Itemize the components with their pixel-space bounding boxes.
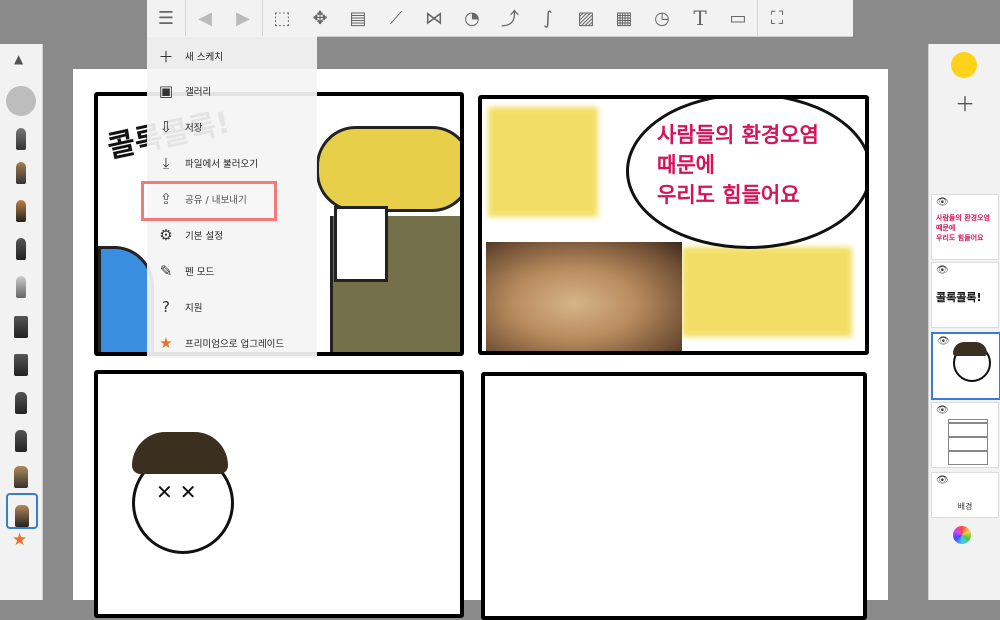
layer-thumb-grid — [948, 419, 988, 465]
menu-item-new-sketch[interactable]: ＋ 새 스케치 — [147, 38, 317, 74]
menu-item-label: 갤러리 — [185, 87, 212, 98]
brush-icon[interactable] — [9, 154, 33, 184]
menu-item-label: 파일에서 불러오기 — [185, 159, 258, 170]
chimney-drawing — [334, 206, 388, 282]
menu-item-save[interactable]: ⇩ 저장 — [147, 109, 317, 145]
layer-thumbnail-3[interactable]: 👁 — [931, 332, 1000, 400]
save-icon: ⇩ — [159, 118, 173, 136]
menu-icon[interactable]: ☰ — [147, 0, 185, 36]
yellow-paint-stroke — [488, 107, 598, 217]
brush-palette: ▲ ★ — [0, 44, 43, 600]
background-layer-label: 배경 — [957, 502, 973, 511]
layer-thumbnail-4[interactable]: 👁 — [931, 402, 999, 468]
cat-photo[interactable] — [486, 242, 682, 351]
fullscreen-icon[interactable]: ⛶ — [757, 0, 796, 36]
brush-icon[interactable] — [9, 308, 33, 338]
bubble-line-2: 때문에 — [657, 153, 715, 177]
visibility-eye-icon[interactable]: 👁 — [936, 475, 949, 486]
color-wheel-icon[interactable] — [953, 526, 971, 544]
shape-icon[interactable]: ◔ — [453, 0, 491, 36]
menu-item-label: 펜 모드 — [185, 267, 215, 278]
brush-icon[interactable] — [9, 230, 33, 260]
plus-icon: ＋ — [158, 47, 174, 66]
curve-icon[interactable]: ⤴ — [491, 0, 529, 36]
menu-item-label: 프리미엄으로 업그레이드 — [185, 339, 285, 350]
star-icon: ★ — [159, 334, 173, 352]
layers-panel: ＋ 👁 사람들의 환경오염 때문에 우리도 힘들어요 👁 콜록콜록! 👁 👁 👁 배… — [928, 44, 1000, 600]
layer-thumbnail-2[interactable]: 👁 콜록콜록! — [931, 262, 999, 328]
bubble-line-1: 사람들의 환경오염 — [657, 123, 819, 147]
comic-panel-2: 사람들의 환경오염 때문에 우리도 힘들어요 — [478, 95, 869, 355]
x-eyes: ✕ ✕ — [156, 480, 197, 504]
brush-icon[interactable] — [9, 192, 33, 222]
yellow-paint-stroke — [682, 247, 852, 337]
visibility-eye-icon[interactable]: 👁 — [936, 265, 949, 276]
select-icon[interactable]: ⬚ — [262, 0, 301, 36]
menu-item-support[interactable]: ? 지원 — [147, 289, 317, 325]
brush-icon[interactable] — [9, 346, 33, 376]
layer-fill-icon[interactable]: ▤ — [339, 0, 377, 36]
cloud-drawing — [316, 126, 460, 212]
comic-panel-4 — [481, 372, 867, 620]
image-icon[interactable]: ▨ — [567, 0, 605, 36]
layer-background[interactable]: 👁 배경 — [931, 472, 999, 518]
favorite-star-icon[interactable]: ★ — [12, 530, 27, 550]
brush-icon[interactable] — [9, 458, 33, 488]
top-toolbar: ☰ ◀ ▶ ⬚ ✥ ▤ ⟋ ⋈ ◔ ⤴ ∫ ▨ ▦ ◷ T ▭ ⛶ — [147, 0, 853, 37]
layer-thumbnail-1[interactable]: 👁 사람들의 환경오염 때문에 우리도 힘들어요 — [931, 194, 999, 260]
menu-item-preferences[interactable]: ⚙ 기본 설정 — [147, 217, 317, 253]
time-lapse-icon[interactable]: ◷ — [643, 0, 681, 36]
character-hair-drawing — [132, 432, 228, 474]
text-icon[interactable]: T — [681, 0, 719, 36]
symmetry-icon[interactable]: ⋈ — [415, 0, 453, 36]
pen-icon: ✎ — [159, 262, 173, 280]
menu-item-label: 저장 — [185, 123, 203, 134]
character-blue — [98, 246, 154, 352]
comic-panel-3: ✕ ✕ — [94, 370, 464, 618]
brush-size-slider-icon[interactable]: ▲ — [14, 52, 23, 66]
gear-icon: ⚙ — [159, 226, 173, 244]
menu-item-import[interactable]: ⤓ 파일에서 불러오기 — [147, 145, 317, 181]
brush-icon[interactable] — [9, 422, 33, 452]
gallery-icon: ▣ — [158, 82, 174, 100]
menu-item-label: 새 스케치 — [185, 52, 223, 63]
ruler-icon[interactable]: ⟋ — [377, 0, 415, 36]
menu-item-pen-mode[interactable]: ✎ 펜 모드 — [147, 253, 317, 289]
visibility-eye-icon[interactable]: 👁 — [937, 336, 950, 347]
undo-icon[interactable]: ◀ — [185, 0, 224, 36]
transform-icon[interactable]: ✥ — [301, 0, 339, 36]
brush-icon[interactable] — [9, 384, 33, 414]
brush-icon[interactable] — [9, 268, 33, 298]
redo-icon[interactable]: ▶ — [224, 0, 262, 36]
brush-size-dot[interactable] — [6, 86, 36, 116]
menu-item-gallery[interactable]: ▣ 갤러리 — [147, 73, 317, 109]
stroke-icon[interactable]: ∫ — [529, 0, 567, 36]
perspective-icon[interactable]: ▦ — [605, 0, 643, 36]
visibility-eye-icon[interactable]: 👁 — [936, 405, 949, 416]
selected-brush-icon[interactable] — [6, 493, 38, 529]
menu-item-upgrade[interactable]: ★ 프리미엄으로 업그레이드 — [147, 325, 317, 361]
help-icon: ? — [162, 298, 170, 316]
bubble-line-3: 우리도 힘들어요 — [657, 183, 800, 207]
layer-thumb-text: 사람들의 환경오염 때문에 우리도 힘들어요 — [936, 214, 990, 242]
import-icon: ⤓ — [162, 154, 170, 172]
layer-thumb-text: 콜록콜록! — [936, 291, 982, 304]
layer-thumb-hair — [953, 342, 987, 356]
menu-highlight-box — [141, 181, 277, 221]
add-layer-button[interactable]: ＋ — [955, 88, 975, 117]
visibility-eye-icon[interactable]: 👁 — [936, 197, 949, 208]
brush-icon[interactable] — [9, 120, 33, 150]
menu-item-label: 기본 설정 — [185, 231, 223, 242]
menu-item-label: 지원 — [185, 303, 203, 314]
color-swatch[interactable] — [951, 52, 977, 78]
video-icon[interactable]: ▭ — [719, 0, 757, 36]
